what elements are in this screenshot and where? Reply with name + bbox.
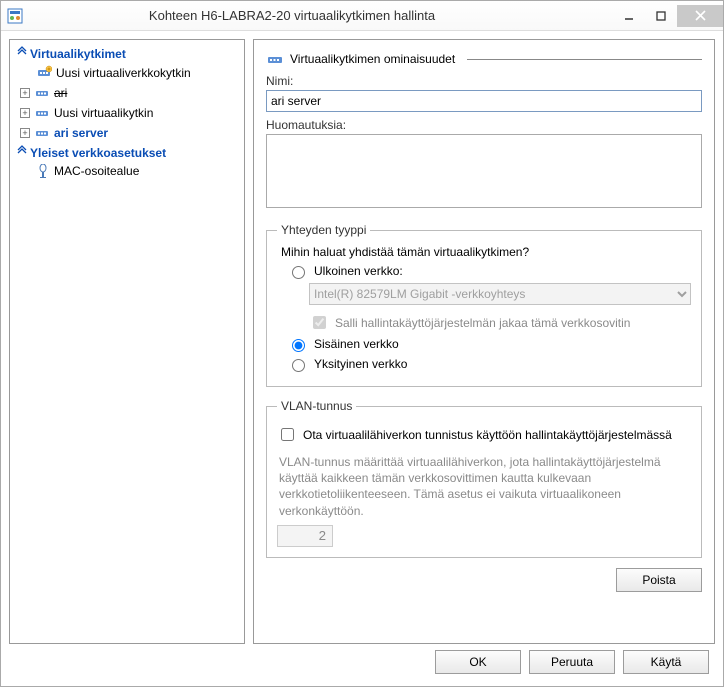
tree-item-label: ari — [54, 86, 67, 100]
window-title: Kohteen H6-LABRA2-20 virtuaalikytkimen h… — [31, 8, 613, 23]
radio-private[interactable]: Yksityinen verkko — [287, 356, 691, 372]
section-global-label: Yleiset verkkoasetukset — [30, 146, 166, 160]
remove-button[interactable]: Poista — [616, 568, 702, 592]
tree-item-new-vswitch-2[interactable]: + Uusi virtuaalikytkin — [12, 103, 242, 123]
notes-textarea[interactable] — [266, 134, 702, 208]
section-virtual-switches-label: Virtuaalikytkimet — [30, 47, 126, 61]
maximize-button[interactable] — [645, 5, 677, 27]
radio-external[interactable]: Ulkoinen verkko: — [287, 263, 691, 279]
chevron-up-icon — [16, 145, 30, 160]
cancel-button[interactable]: Peruuta — [529, 650, 615, 674]
expand-icon[interactable]: + — [20, 88, 30, 98]
properties-header: Virtuaalikytkimen ominaisuudet — [266, 50, 702, 68]
chevron-up-icon — [16, 46, 30, 61]
radio-internal-input[interactable] — [292, 339, 305, 352]
check-share-mgmt-input — [313, 316, 326, 329]
radio-private-input[interactable] — [292, 359, 305, 372]
tree-item-label: ari server — [54, 126, 108, 140]
name-input[interactable] — [266, 90, 702, 112]
tree-item-mac-range[interactable]: MAC-osoitealue — [12, 162, 242, 180]
radio-external-input[interactable] — [292, 266, 305, 279]
properties-pane: Virtuaalikytkimen ominaisuudet Nimi: Huo… — [253, 39, 715, 644]
connection-type-fieldset: Yhteyden tyyppi Mihin haluat yhdistää tä… — [266, 223, 702, 387]
check-vlan-enable[interactable]: Ota virtuaalilähiverkon tunnistus käyttö… — [277, 425, 691, 444]
dialog-footer: OK Peruuta Käytä — [9, 650, 715, 678]
window: Kohteen H6-LABRA2-20 virtuaalikytkimen h… — [0, 0, 724, 687]
switch-icon — [34, 85, 50, 101]
tree-item-label: MAC-osoitealue — [54, 164, 139, 178]
radio-private-label: Yksityinen verkko — [314, 357, 407, 371]
expand-icon[interactable]: + — [20, 108, 30, 118]
section-global-network[interactable]: Yleiset verkkoasetukset — [12, 143, 242, 162]
mac-range-icon — [36, 164, 50, 178]
close-button[interactable] — [677, 5, 723, 27]
switch-icon — [34, 105, 50, 121]
vlan-legend: VLAN-tunnus — [277, 399, 356, 413]
vlan-id-input — [277, 525, 333, 547]
connection-question: Mihin haluat yhdistää tämän virtuaalikyt… — [281, 245, 691, 259]
radio-internal-label: Sisäinen verkko — [314, 337, 399, 351]
tree-item-new-switch[interactable]: Uusi virtuaaliverkkokytkin — [12, 63, 242, 83]
switch-icon — [266, 50, 284, 68]
vlan-description: VLAN-tunnus määrittää virtuaalilähiverko… — [279, 454, 689, 519]
titlebar: Kohteen H6-LABRA2-20 virtuaalikytkimen h… — [1, 1, 723, 31]
tree-item-ari-server[interactable]: + ari server — [12, 123, 242, 143]
window-buttons — [613, 5, 723, 27]
ok-button[interactable]: OK — [435, 650, 521, 674]
app-icon — [7, 8, 23, 24]
external-nic-select: Intel(R) 82579LM Gigabit -verkkoyhteys — [309, 283, 691, 305]
connection-type-legend: Yhteyden tyyppi — [277, 223, 370, 237]
radio-internal[interactable]: Sisäinen verkko — [287, 336, 691, 352]
check-vlan-enable-label: Ota virtuaalilähiverkon tunnistus käyttö… — [303, 428, 672, 442]
check-share-mgmt-label: Salli hallintakäyttöjärjestelmän jakaa t… — [335, 316, 630, 330]
expand-icon[interactable]: + — [20, 128, 30, 138]
switch-tree-pane: Virtuaalikytkimet Uusi virtuaaliverkkoky… — [9, 39, 245, 644]
minimize-button[interactable] — [613, 5, 645, 27]
tree-item-label: Uusi virtuaalikytkin — [54, 106, 153, 120]
check-vlan-enable-input[interactable] — [281, 428, 294, 441]
new-switch-icon — [36, 65, 52, 81]
vlan-fieldset: VLAN-tunnus Ota virtuaalilähiverkon tunn… — [266, 399, 702, 558]
name-label: Nimi: — [266, 74, 702, 88]
apply-button[interactable]: Käytä — [623, 650, 709, 674]
switch-icon — [34, 125, 50, 141]
tree-item-ari[interactable]: + ari — [12, 83, 242, 103]
notes-label: Huomautuksia: — [266, 118, 702, 132]
tree-item-label: Uusi virtuaaliverkkokytkin — [56, 66, 191, 80]
radio-external-label: Ulkoinen verkko: — [314, 264, 403, 278]
check-share-mgmt: Salli hallintakäyttöjärjestelmän jakaa t… — [309, 313, 691, 332]
divider — [467, 59, 702, 60]
properties-heading: Virtuaalikytkimen ominaisuudet — [290, 52, 455, 66]
section-virtual-switches[interactable]: Virtuaalikytkimet — [12, 44, 242, 63]
